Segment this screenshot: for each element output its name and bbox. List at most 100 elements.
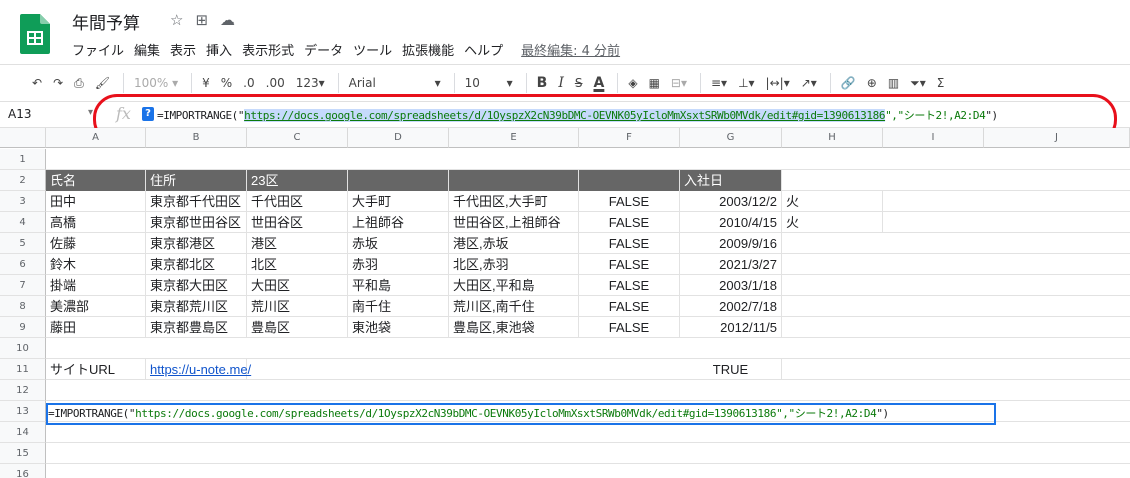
cell[interactable]: 2021/3/27 bbox=[680, 254, 782, 275]
increase-decimal-button[interactable]: .00 bbox=[262, 70, 289, 96]
cell[interactable]: 火 bbox=[782, 212, 883, 233]
column-header[interactable]: A bbox=[46, 128, 146, 148]
cell[interactable]: 2002/7/18 bbox=[680, 296, 782, 317]
cell[interactable]: 赤坂 bbox=[348, 233, 449, 254]
row-header[interactable]: 12 bbox=[0, 380, 46, 401]
select-all-corner[interactable] bbox=[0, 128, 46, 148]
currency-format-button[interactable]: ¥ bbox=[198, 70, 214, 96]
site-url-label-cell[interactable]: サイトURL bbox=[46, 359, 146, 380]
redo-icon[interactable]: ↷ bbox=[49, 70, 67, 96]
menu-edit[interactable]: 編集 bbox=[134, 38, 168, 61]
column-header[interactable]: F bbox=[579, 128, 680, 148]
insert-comment-icon[interactable]: ⊕ bbox=[863, 70, 881, 96]
menu-extensions[interactable]: 拡張機能 bbox=[402, 38, 462, 61]
cell[interactable]: FALSE bbox=[579, 275, 680, 296]
column-header[interactable]: B bbox=[146, 128, 247, 148]
cell[interactable]: FALSE bbox=[579, 191, 680, 212]
row-header[interactable]: 4 bbox=[0, 212, 46, 233]
cell[interactable]: 2003/12/2 bbox=[680, 191, 782, 212]
cell[interactable]: 荒川区 bbox=[247, 296, 348, 317]
zoom-select[interactable]: 100% ▾ bbox=[130, 70, 182, 96]
column-header[interactable]: I bbox=[883, 128, 984, 148]
row-header[interactable]: 9 bbox=[0, 317, 46, 338]
cell[interactable]: FALSE bbox=[579, 254, 680, 275]
cell[interactable]: 大田区 bbox=[247, 275, 348, 296]
cell[interactable]: 平和島 bbox=[348, 275, 449, 296]
bold-button[interactable]: B bbox=[533, 70, 552, 96]
borders-icon[interactable]: ▦ bbox=[645, 70, 664, 96]
cell[interactable]: 東京都荒川区 bbox=[146, 296, 247, 317]
cell[interactable]: 世田谷区 bbox=[247, 212, 348, 233]
insert-link-icon[interactable]: 🔗 bbox=[837, 70, 860, 96]
column-header[interactable]: E bbox=[449, 128, 579, 148]
decrease-decimal-button[interactable]: .0 bbox=[239, 70, 258, 96]
row-header[interactable]: 3 bbox=[0, 191, 46, 212]
strikethrough-button[interactable]: S bbox=[571, 70, 587, 96]
cell[interactable]: FALSE bbox=[579, 212, 680, 233]
header-cell[interactable]: 氏名 bbox=[46, 170, 146, 191]
menu-data[interactable]: データ bbox=[304, 38, 351, 61]
cell[interactable]: 北区,赤羽 bbox=[449, 254, 579, 275]
cell[interactable]: 大田区,平和島 bbox=[449, 275, 579, 296]
insert-chart-icon[interactable]: ▥ bbox=[884, 70, 903, 96]
row-header[interactable]: 6 bbox=[0, 254, 46, 275]
italic-button[interactable]: I bbox=[554, 70, 568, 96]
cell[interactable]: 赤羽 bbox=[348, 254, 449, 275]
sheets-logo-icon[interactable] bbox=[20, 14, 50, 54]
row-header[interactable]: 11 bbox=[0, 359, 46, 380]
cell[interactable]: 東京都千代田区 bbox=[146, 191, 247, 212]
header-cell[interactable] bbox=[579, 170, 680, 191]
header-cell[interactable] bbox=[449, 170, 579, 191]
menu-tools[interactable]: ツール bbox=[353, 38, 400, 61]
horizontal-align-icon[interactable]: ≡▾ bbox=[707, 70, 731, 96]
name-box[interactable]: A13 bbox=[8, 107, 31, 121]
cell[interactable]: 千代田区 bbox=[247, 191, 348, 212]
undo-icon[interactable]: ↶ bbox=[28, 70, 46, 96]
print-icon[interactable]: ⎙ bbox=[70, 70, 88, 96]
header-cell[interactable]: 入社日 bbox=[680, 170, 782, 191]
functions-icon[interactable]: Σ bbox=[933, 70, 949, 96]
row-header[interactable]: 8 bbox=[0, 296, 46, 317]
menu-view[interactable]: 表示 bbox=[170, 38, 204, 61]
menu-format[interactable]: 表示形式 bbox=[242, 38, 302, 61]
row-header[interactable]: 13 bbox=[0, 401, 46, 422]
cell[interactable]: 上祖師谷 bbox=[348, 212, 449, 233]
cell[interactable]: 掛端 bbox=[46, 275, 146, 296]
cell[interactable]: 東京都北区 bbox=[146, 254, 247, 275]
star-icon[interactable]: ☆ bbox=[170, 11, 183, 29]
cloud-status-icon[interactable]: ☁ bbox=[220, 11, 235, 29]
text-wrap-icon[interactable]: |↔|▾ bbox=[762, 70, 794, 96]
cell[interactable]: 田中 bbox=[46, 191, 146, 212]
cell[interactable]: 火 bbox=[782, 191, 883, 212]
cell[interactable]: 東京都港区 bbox=[146, 233, 247, 254]
move-folder-icon[interactable]: ⊞ bbox=[195, 11, 208, 29]
header-cell[interactable]: 23区 bbox=[247, 170, 348, 191]
row-header[interactable]: 14 bbox=[0, 422, 46, 443]
document-title[interactable]: 年間予算 bbox=[72, 9, 140, 34]
percent-format-button[interactable]: % bbox=[217, 70, 236, 96]
cell[interactable]: 東京都大田区 bbox=[146, 275, 247, 296]
cell[interactable]: 佐藤 bbox=[46, 233, 146, 254]
text-color-button[interactable]: A bbox=[589, 70, 608, 96]
last-edit-link[interactable]: 最終編集: 4 分前 bbox=[521, 38, 628, 61]
row-header[interactable]: 2 bbox=[0, 170, 46, 191]
cell[interactable]: 千代田区,大手町 bbox=[449, 191, 579, 212]
cell[interactable]: 豊島区 bbox=[247, 317, 348, 338]
cell[interactable]: TRUE bbox=[680, 359, 782, 380]
font-select[interactable]: Arial ▾ bbox=[345, 70, 445, 96]
column-header[interactable]: C bbox=[247, 128, 348, 148]
filter-icon[interactable]: ⏷▾ bbox=[906, 70, 930, 96]
cell[interactable]: 荒川区,南千住 bbox=[449, 296, 579, 317]
cell[interactable]: 東京都世田谷区 bbox=[146, 212, 247, 233]
cell[interactable]: 港区 bbox=[247, 233, 348, 254]
column-header[interactable]: H bbox=[782, 128, 883, 148]
column-header[interactable]: D bbox=[348, 128, 449, 148]
cell[interactable]: 港区,赤坂 bbox=[449, 233, 579, 254]
cell[interactable]: 2003/1/18 bbox=[680, 275, 782, 296]
cell[interactable]: 2009/9/16 bbox=[680, 233, 782, 254]
site-url-link[interactable]: https://u-note.me/ bbox=[146, 359, 251, 380]
row-header[interactable]: 7 bbox=[0, 275, 46, 296]
cell[interactable]: 南千住 bbox=[348, 296, 449, 317]
row-header[interactable]: 16 bbox=[0, 464, 46, 478]
cell[interactable]: 2010/4/15 bbox=[680, 212, 782, 233]
